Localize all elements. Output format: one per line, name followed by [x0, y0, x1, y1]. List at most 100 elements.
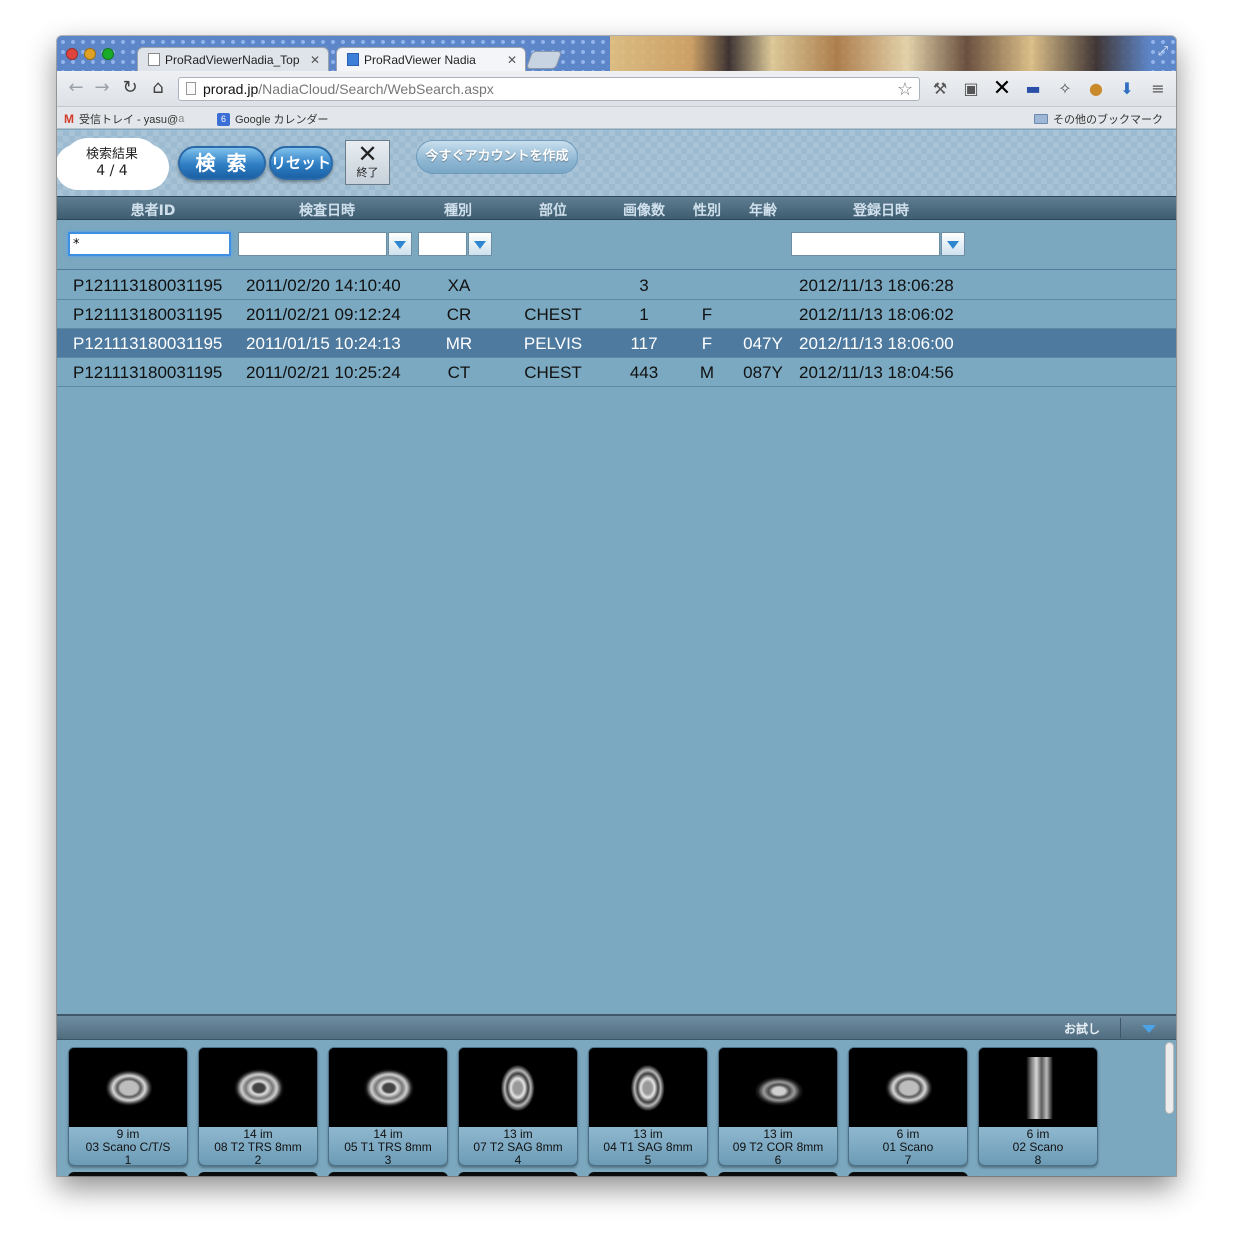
series-index: 8	[1034, 1153, 1042, 1166]
cell-age: 087Y	[743, 363, 783, 382]
study-date-filter-input[interactable]	[238, 232, 387, 256]
wrench-icon[interactable]: ⚒	[930, 79, 950, 99]
scan-image	[747, 1057, 811, 1119]
tab-proradviewernadia-top[interactable]: ProRadViewerNadia_Top ✕	[137, 47, 329, 71]
modality-filter-input[interactable]	[418, 232, 467, 256]
thumbnails-scrollbar[interactable]	[1165, 1042, 1174, 1114]
series-preview-image	[849, 1048, 967, 1127]
series-thumbnail-partial[interactable]	[328, 1172, 448, 1176]
series-index: 1	[124, 1153, 132, 1166]
series-thumbnail[interactable]: 13 im 04 T1 SAG 8mm 5	[588, 1047, 708, 1166]
series-caption: 9 im 03 Scano C/T/S 1	[69, 1127, 187, 1166]
study-date-dropdown-icon[interactable]	[388, 232, 412, 256]
table-row[interactable]: P121113180031195 2011/01/15 10:24:13 MR PEL…	[57, 329, 1176, 358]
column-header-modality[interactable]: 種別	[432, 200, 484, 220]
tab-title: ProRadViewerNadia_Top	[165, 52, 300, 67]
table-row[interactable]: P121113180031195 2011/02/20 14:10:40 XA 3 20…	[57, 271, 1176, 300]
tag-icon[interactable]: ▣	[961, 79, 981, 99]
series-thumbnail[interactable]: 14 im 05 T1 TRS 8mm 3	[328, 1047, 448, 1166]
back-icon[interactable]: ←	[65, 77, 87, 98]
modality-dropdown-icon[interactable]	[468, 232, 492, 256]
cell-patient-id: P121113180031195	[73, 363, 223, 382]
column-header-registered[interactable]: 登録日時	[833, 200, 929, 220]
reset-button[interactable]: リセット	[269, 146, 333, 180]
x-icon[interactable]: ✕	[992, 78, 1012, 100]
series-index: 5	[644, 1153, 652, 1166]
tab-close-icon[interactable]: ✕	[507, 53, 517, 67]
series-index: 2	[254, 1153, 262, 1166]
puzzle-icon[interactable]: ✧	[1055, 79, 1075, 99]
patient-id-filter-input[interactable]: *	[68, 232, 231, 256]
bookmark-gmail[interactable]: M 受信トレイ - yasu@ a	[64, 111, 184, 127]
bookmark-other[interactable]: その他のブックマーク	[1034, 111, 1163, 127]
bookmark-star-icon[interactable]: ☆	[897, 78, 913, 100]
window-zoom-button[interactable]	[102, 48, 114, 60]
search-button[interactable]: 検 索	[178, 146, 266, 180]
series-thumbnail[interactable]: 13 im 09 T2 COR 8mm 6	[718, 1047, 838, 1166]
cell-study-date: 2011/02/21 10:25:24	[246, 363, 401, 382]
page-icon	[186, 82, 196, 95]
cell-image-count: 1	[639, 305, 649, 324]
cookie-icon[interactable]: ●	[1086, 79, 1106, 99]
series-thumbnail-partial[interactable]	[848, 1172, 968, 1176]
series-thumbnail-partial[interactable]	[458, 1172, 578, 1176]
download-icon[interactable]: ⬇	[1117, 79, 1137, 99]
forward-icon[interactable]: →	[91, 77, 113, 98]
filter-row: *	[57, 220, 1176, 270]
scan-image	[1007, 1057, 1071, 1119]
registered-date-dropdown-icon[interactable]	[941, 232, 965, 256]
series-thumbnail[interactable]: 14 im 08 T2 TRS 8mm 2	[198, 1047, 318, 1166]
cell-modality: MR	[445, 334, 473, 353]
column-header-patient-id[interactable]: 患者ID	[97, 200, 209, 220]
tab-title: ProRadViewer Nadia	[364, 52, 476, 67]
home-icon[interactable]: ⌂	[147, 77, 169, 98]
series-thumbnail[interactable]: 9 im 03 Scano C/T/S 1	[68, 1047, 188, 1166]
result-label: 検索結果	[85, 147, 138, 162]
create-account-button[interactable]: 今すぐアカウントを作成	[416, 140, 578, 174]
column-header-age[interactable]: 年齢	[741, 200, 785, 220]
series-thumbnail-partial[interactable]	[588, 1172, 708, 1176]
series-thumbnail-partial[interactable]	[718, 1172, 838, 1176]
bookmark-label: 受信トレイ - yasu@	[79, 114, 179, 126]
registered-date-filter-input[interactable]	[791, 232, 940, 256]
menu-icon[interactable]: ≡	[1148, 79, 1168, 99]
series-thumbnail[interactable]: 6 im 02 Scano 8	[978, 1047, 1098, 1166]
series-index: 4	[514, 1153, 522, 1166]
window-minimize-button[interactable]	[84, 48, 96, 60]
tab-proradviewer-nadia[interactable]: ProRadViewer Nadia ✕	[336, 47, 526, 71]
browser-toolbar: ← → ↻ ⌂ prorad.jp/NadiaCloud/Search/WebS…	[57, 71, 1176, 107]
table-row[interactable]: P121113180031195 2011/02/21 10:25:24 CT CHE…	[57, 358, 1176, 387]
cell-sex: M	[699, 363, 715, 382]
series-preview-image	[979, 1048, 1097, 1127]
column-header-sex[interactable]: 性別	[685, 200, 729, 220]
reload-icon[interactable]: ↻	[119, 77, 141, 98]
series-thumbnail[interactable]: 13 im 07 T2 SAG 8mm 4	[458, 1047, 578, 1166]
series-thumbnail[interactable]: 6 im 01 Scano 7	[848, 1047, 968, 1166]
exit-button[interactable]: ✕ 終了	[345, 140, 390, 185]
series-caption: 13 im 07 T2 SAG 8mm 4	[459, 1127, 577, 1166]
cell-image-count: 117	[630, 334, 658, 353]
app-header: 検索結果 4 / 4 検 索 リセット ✕ 終了 今すぐアカウントを作成	[57, 130, 1176, 196]
column-header-body-part[interactable]: 部位	[527, 200, 579, 220]
flag-icon[interactable]: ▬	[1023, 79, 1043, 99]
new-tab-button[interactable]	[525, 51, 563, 69]
series-caption: 13 im 04 T1 SAG 8mm 5	[589, 1127, 707, 1166]
fullscreen-icon[interactable]: ⤢	[1158, 44, 1168, 59]
cell-modality: CT	[447, 363, 471, 382]
panel-toggle-icon[interactable]	[1142, 1025, 1156, 1033]
column-header-study-date[interactable]: 検査日時	[267, 200, 387, 220]
series-preview-image	[199, 1048, 317, 1127]
scan-image	[97, 1057, 161, 1119]
table-row[interactable]: P121113180031195 2011/02/21 09:12:24 CR CHE…	[57, 300, 1176, 329]
panel-divider	[1120, 1018, 1121, 1038]
address-bar[interactable]: prorad.jp/NadiaCloud/Search/WebSearch.as…	[178, 77, 920, 101]
series-thumbnail-partial[interactable]	[198, 1172, 318, 1176]
tab-close-icon[interactable]: ✕	[310, 53, 320, 67]
window-close-button[interactable]	[66, 48, 78, 60]
cell-age: 047Y	[743, 334, 783, 353]
column-header-image-count[interactable]: 画像数	[613, 200, 675, 220]
series-thumbnail-partial[interactable]	[68, 1172, 188, 1176]
study-list: P121113180031195 2011/02/20 14:10:40 XA 3 20…	[57, 271, 1176, 387]
series-caption: 13 im 09 T2 COR 8mm 6	[719, 1127, 837, 1165]
bookmark-google-calendar[interactable]: 6 Google カレンダー	[217, 111, 329, 127]
